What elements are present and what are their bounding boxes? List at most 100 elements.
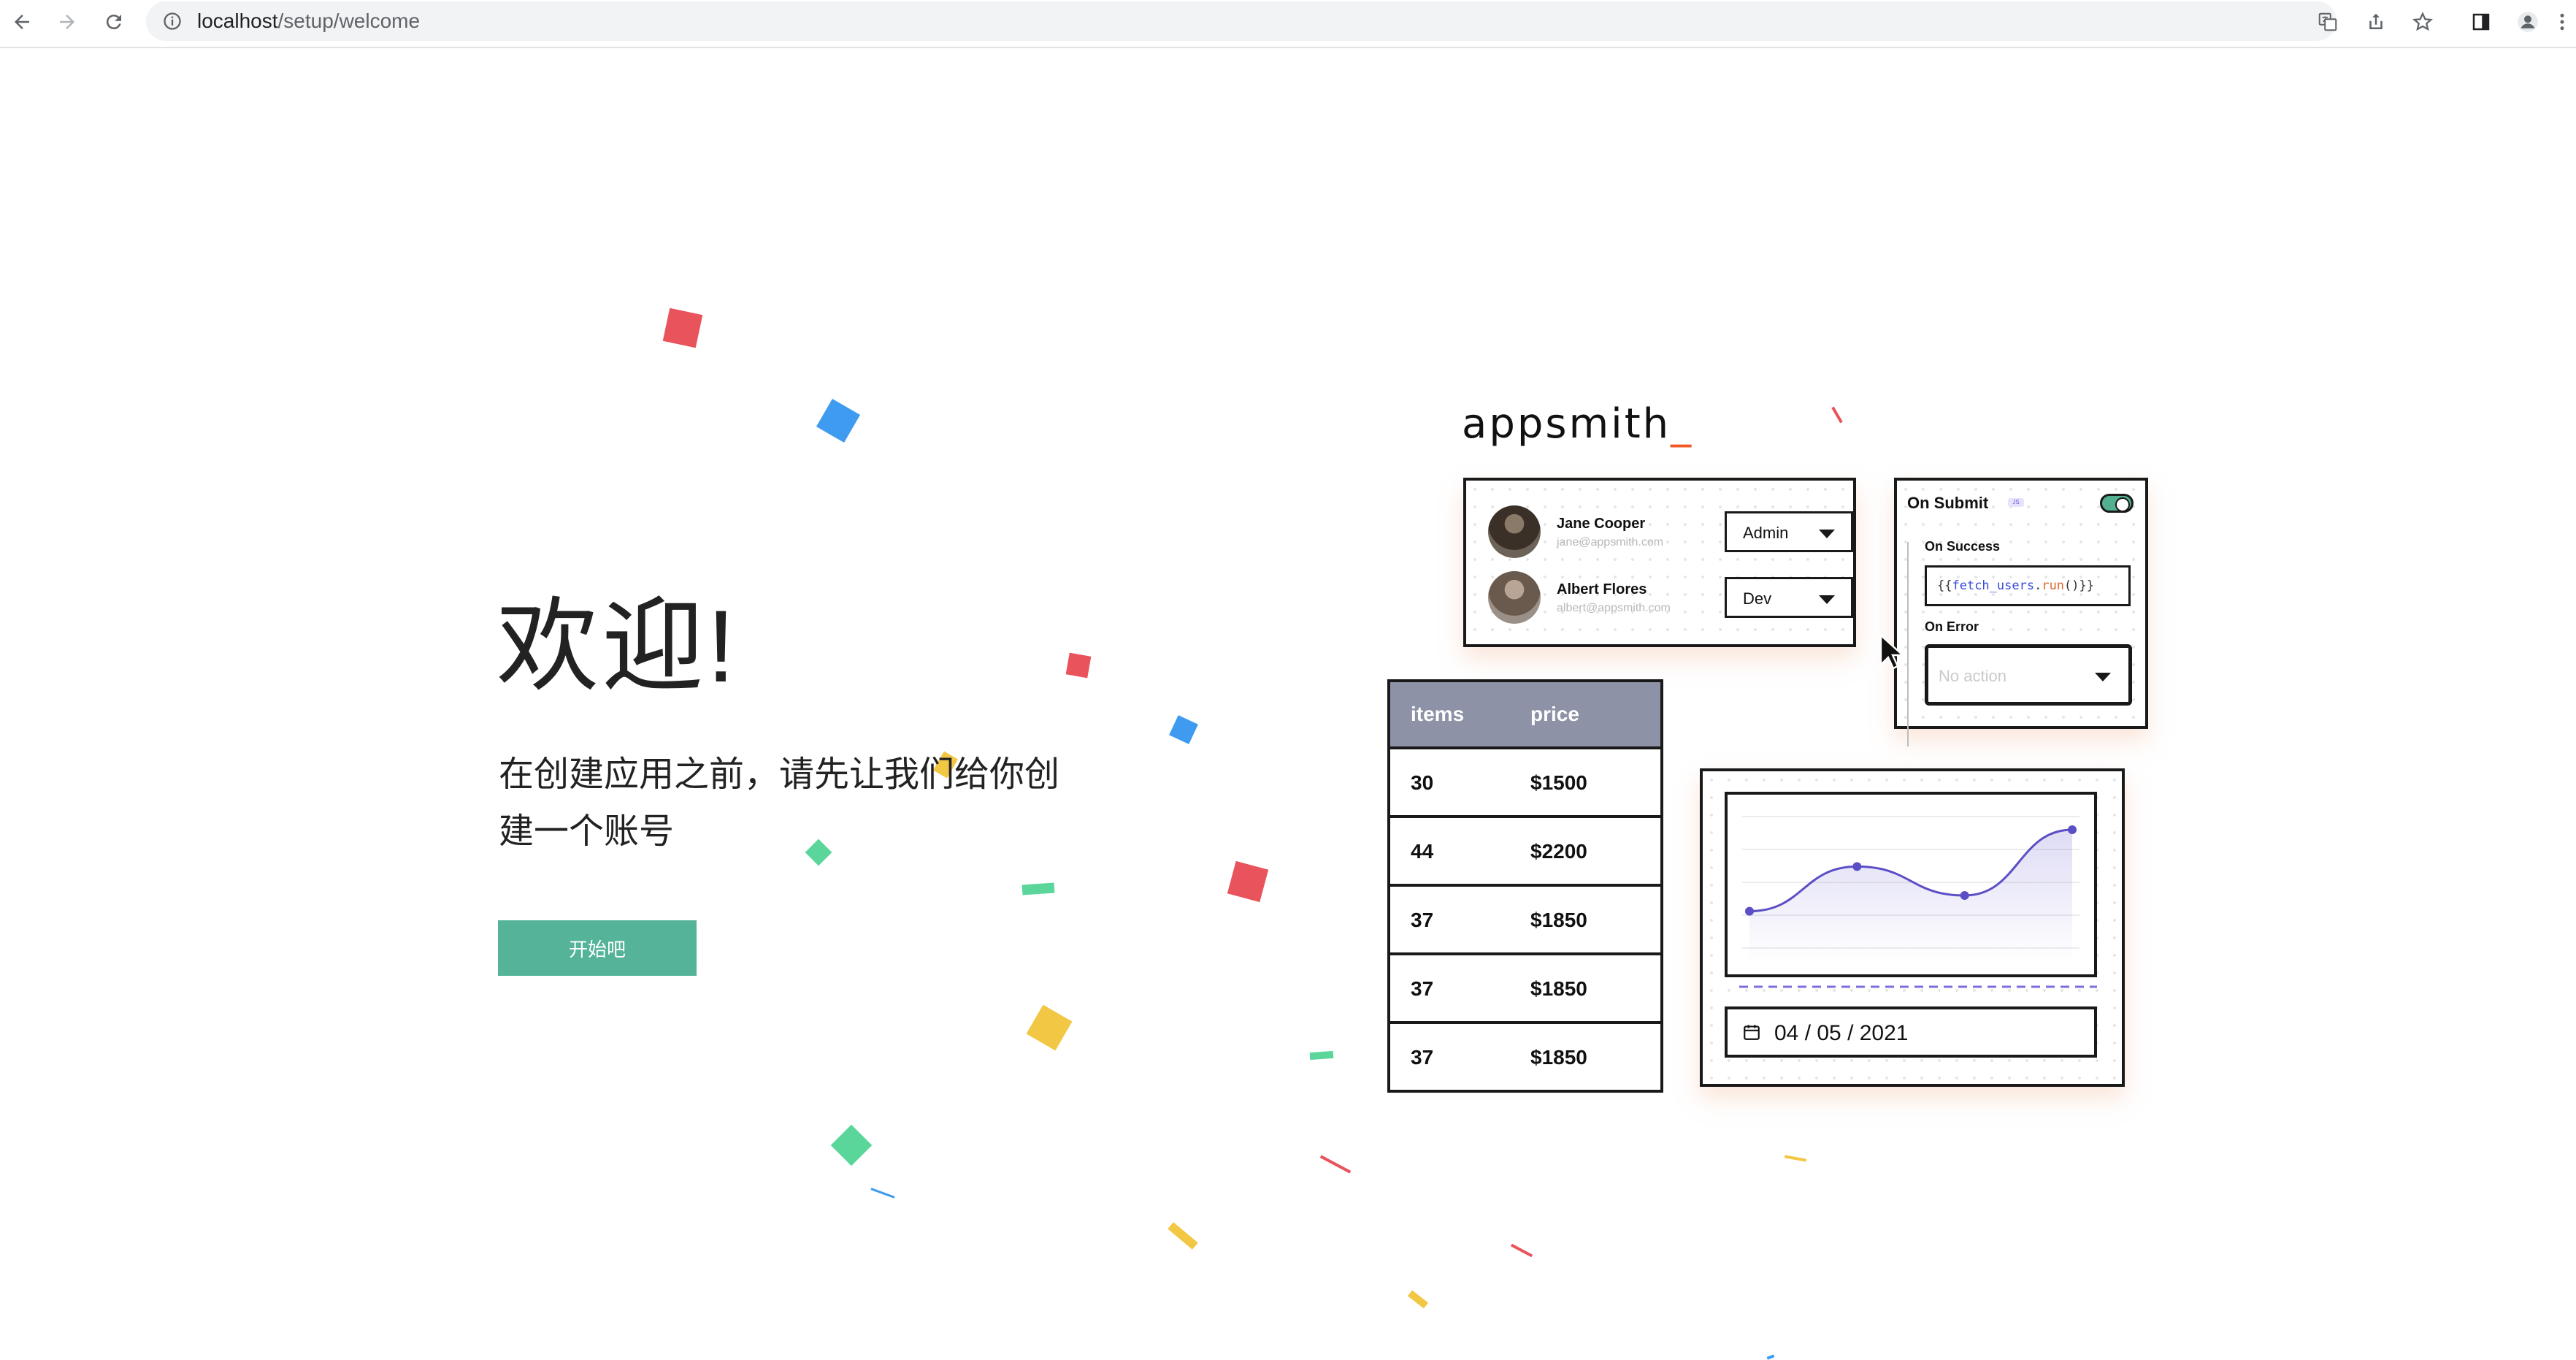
welcome-title: 欢迎! — [497, 589, 738, 703]
on-error-select[interactable]: No action — [1925, 644, 2132, 706]
star-icon — [2412, 12, 2433, 31]
confetti-piece — [1319, 1155, 1352, 1174]
share-button[interactable] — [2361, 7, 2391, 37]
chevron-down-icon — [1819, 595, 1835, 604]
table-header: items price — [1390, 682, 1660, 749]
confetti-piece — [1021, 882, 1055, 895]
user-row: Jane Cooper jane@appsmith.com Admin — [1488, 505, 1853, 564]
forward-button[interactable] — [53, 7, 82, 37]
code-prefix: {{ — [1937, 578, 1952, 593]
table-row[interactable]: 37 $1850 — [1390, 887, 1660, 955]
table-cell: $1850 — [1530, 1046, 1587, 1069]
confetti-piece — [1227, 860, 1269, 903]
calendar-icon — [1744, 1025, 1760, 1040]
avatar — [1488, 505, 1541, 558]
user-row: Albert Flores albert@appsmith.com Dev — [1488, 571, 1853, 630]
role-select-value: Dev — [1743, 589, 1772, 608]
user-name: Jane Cooper — [1557, 516, 1646, 532]
logo-cursor: _ — [1671, 400, 1694, 448]
user-list-card: Jane Cooper jane@appsmith.com Admin Albe… — [1463, 478, 1856, 647]
chevron-down-icon — [2095, 673, 2111, 681]
column-header-items: items — [1411, 703, 1465, 725]
avatar-icon — [2518, 12, 2538, 32]
on-submit-card: On Submit JS On Success {{fetch_users.ru… — [1894, 478, 2148, 746]
confetti-piece — [1831, 406, 1843, 424]
js-badge: JS — [2008, 498, 2024, 507]
table-row[interactable]: 44 $2200 — [1390, 818, 1660, 887]
date-value: 04 / 05 / 2021 — [1774, 1021, 1909, 1045]
confetti-piece — [816, 398, 861, 443]
user-email: jane@appsmith.com — [1557, 536, 1664, 549]
more-vert-icon — [2560, 13, 2564, 31]
code-suffix: ()}} — [2064, 578, 2094, 593]
code-run: run — [2042, 578, 2065, 593]
chart-point — [2068, 825, 2077, 834]
data-table: items price 30 $1500 44 $2200 37 $1850 3… — [1387, 679, 1663, 1093]
get-started-button[interactable]: 开始吧 — [498, 920, 697, 976]
avatar — [1488, 571, 1541, 624]
table-cell: $2200 — [1530, 840, 1587, 863]
code-dot: . — [2034, 578, 2042, 593]
on-error-label: On Error — [1925, 619, 1979, 634]
share-icon — [2369, 13, 2383, 29]
side-panel-icon — [2472, 13, 2490, 31]
chart-point — [1745, 906, 1754, 916]
table-cell: 37 — [1411, 1046, 1434, 1069]
table-cell: 44 — [1411, 840, 1434, 863]
confetti-piece — [870, 1188, 895, 1199]
arrow-left-icon — [15, 15, 29, 29]
confetti-piece — [1026, 1004, 1073, 1051]
mouse-cursor-icon — [1879, 634, 1904, 670]
profile-button[interactable] — [2513, 7, 2542, 37]
url-text[interactable]: localhost/setup/welcome — [197, 10, 420, 32]
arrow-right-icon — [60, 15, 74, 29]
translate-icon — [2318, 12, 2337, 31]
table-cell: $1850 — [1530, 977, 1587, 1000]
role-select[interactable]: Admin — [1725, 511, 1853, 552]
address-bar[interactable]: localhost/setup/welcome — [146, 1, 2337, 41]
role-select[interactable]: Dev — [1725, 577, 1853, 618]
translate-button[interactable] — [2313, 7, 2342, 37]
chevron-down-icon — [1819, 530, 1835, 538]
dashed-divider — [1739, 985, 2097, 988]
table-cell: 37 — [1411, 909, 1434, 931]
on-submit-toggle[interactable] — [2100, 494, 2134, 513]
table-cell: 30 — [1411, 771, 1434, 794]
table-cell: $1850 — [1530, 909, 1587, 931]
line-chart — [1725, 792, 2097, 977]
side-panel-button[interactable] — [2466, 7, 2496, 37]
on-error-placeholder: No action — [1939, 667, 2006, 685]
confetti-piece — [662, 307, 703, 348]
reload-icon — [106, 15, 121, 30]
logo-text: appsmith — [1462, 400, 1671, 448]
on-submit-title: On Submit — [1907, 494, 1989, 512]
confetti-piece — [1065, 652, 1092, 679]
confetti-piece — [1169, 715, 1198, 744]
date-picker-input[interactable]: 04 / 05 / 2021 — [1725, 1006, 2097, 1058]
user-email: albert@appsmith.com — [1557, 602, 1671, 614]
column-header-price: price — [1530, 703, 1579, 725]
line-chart-svg — [1742, 816, 2079, 963]
table-cell: 37 — [1411, 977, 1434, 1000]
role-select-value: Admin — [1743, 524, 1789, 542]
reload-button[interactable] — [99, 7, 129, 37]
confetti-piece — [1784, 1155, 1807, 1162]
menu-button[interactable] — [2551, 7, 2573, 37]
chart-point — [1852, 862, 1862, 871]
info-icon[interactable] — [162, 11, 183, 31]
table-row[interactable]: 37 $1850 — [1390, 955, 1660, 1024]
code-function: fetch_users — [1952, 578, 2035, 593]
confetti-piece — [1407, 1290, 1429, 1309]
bookmark-button[interactable] — [2408, 7, 2437, 37]
chart-card: 04 / 05 / 2021 — [1700, 768, 2125, 1087]
table-row[interactable]: 37 $1850 — [1390, 1024, 1660, 1090]
welcome-subtitle: 在创建应用之前，请先让我们给你创建一个账号 — [499, 755, 1060, 851]
back-button[interactable] — [7, 7, 37, 37]
confetti-piece — [1168, 1222, 1198, 1250]
confetti-piece — [830, 1124, 873, 1166]
table-cell: $1500 — [1530, 771, 1587, 794]
user-name: Albert Flores — [1557, 581, 1647, 597]
table-row[interactable]: 30 $1500 — [1390, 749, 1660, 818]
on-success-code-input[interactable]: {{fetch_users.run()}} — [1925, 565, 2131, 606]
appsmith-logo: appsmith_ — [1462, 400, 1693, 448]
